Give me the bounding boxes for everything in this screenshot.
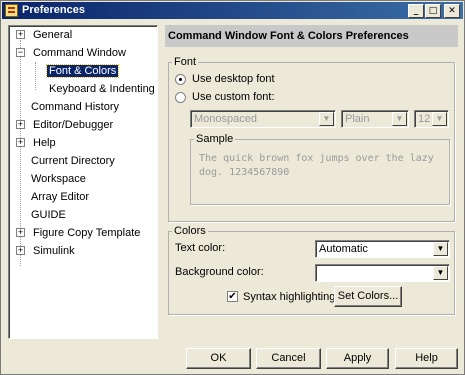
sample-group: Sample The quick brown fox jumps over th… [190,133,450,205]
font-name-value: Monospaced [194,113,257,125]
radio-checked-icon[interactable] [175,73,186,85]
sample-group-title: Sample [194,133,236,145]
expand-plus-icon[interactable]: + [16,120,25,129]
help-button[interactable]: Help [395,348,458,369]
window-title: Preferences [22,4,85,16]
text-color-select[interactable]: Automatic ▼ [315,240,450,258]
tree-item-label: GUIDE [31,209,66,221]
tree-item-label: Current Directory [31,155,115,167]
radio-unchecked-icon[interactable] [175,91,186,103]
font-name-select[interactable]: Monospaced ▼ [190,110,336,128]
use-desktop-font-radio[interactable]: Use desktop font [175,73,275,85]
tree-item-label: Keyboard & Indenting [49,83,155,95]
tree-item-label: Command History [31,101,120,113]
chevron-down-icon[interactable]: ▼ [392,112,407,126]
tree-item-label: Editor/Debugger [33,119,114,131]
chevron-down-icon[interactable]: ▼ [319,112,334,126]
expand-plus-icon[interactable]: + [16,30,25,39]
preferences-tree[interactable]: + General − Command Window Font & Colors… [8,25,158,339]
colors-group-title: Colors [172,225,208,237]
maximize-button[interactable]: □ [425,4,441,18]
apply-button[interactable]: Apply [326,348,389,369]
font-group-title: Font [172,56,199,68]
tree-item-label: Simulink [33,245,75,257]
ok-button[interactable]: OK [186,348,251,369]
tree-item-guide[interactable]: GUIDE [29,207,68,223]
tree-item-label: Help [33,137,56,149]
tree-item-label: Font & Colors [45,64,120,78]
expand-plus-icon[interactable]: + [16,246,25,255]
tree-item-label: Workspace [31,173,86,185]
use-desktop-font-label: Use desktop font [192,73,275,85]
close-button[interactable]: ✕ [444,4,460,18]
tree-item-workspace[interactable]: Workspace [29,171,88,187]
tree-item-label: Array Editor [31,191,90,203]
expand-plus-icon[interactable]: + [16,228,25,237]
syntax-highlighting-checkbox[interactable]: ✔ [227,291,238,302]
tree-connector [35,62,36,90]
preferences-panel: Command Window Font & Colors Preferences… [165,25,458,339]
text-color-label: Text color: [175,242,226,254]
chevron-down-icon[interactable]: ▼ [433,266,448,280]
tree-item-label: Figure Copy Template [33,227,141,239]
chevron-down-icon[interactable]: ▼ [432,112,447,126]
tree-item-label: Command Window [33,47,126,59]
tree-item-array-editor[interactable]: Array Editor [29,189,91,205]
collapse-minus-icon[interactable]: − [16,48,25,57]
sample-text: The quick brown fox jumps over the lazy … [199,153,434,178]
use-custom-font-radio[interactable]: Use custom font: [175,91,275,103]
maximize-icon: □ [428,6,438,16]
background-color-label: Background color: [175,266,264,278]
tree-item-font-colors[interactable]: Font & Colors [45,63,120,79]
font-size-value: 12 [418,113,431,125]
chevron-down-icon[interactable]: ▼ [433,242,448,256]
background-color-select[interactable]: ▼ [315,264,450,282]
use-custom-font-label: Use custom font: [192,91,275,103]
font-size-select[interactable]: 12 ▼ [414,110,449,128]
colors-group: Colors Text color: Automatic ▼ Backgroun… [168,225,455,315]
tree-item-keyboard-indenting[interactable]: Keyboard & Indenting [47,81,157,97]
font-style-value: Plain [345,113,370,125]
cancel-button[interactable]: Cancel [256,348,321,369]
minimize-button[interactable]: _ [408,4,424,18]
tree-item-label: General [33,29,73,41]
text-color-value: Automatic [319,243,368,255]
minimize-icon: _ [413,6,419,16]
set-colors-button[interactable]: Set Colors... [334,286,402,307]
syntax-highlighting-label: Syntax highlighting [243,291,336,303]
close-icon: ✕ [448,6,456,16]
tree-item-command-history[interactable]: Command History [29,99,121,115]
font-group: Font Use desktop font Use custom font: M… [168,56,455,222]
app-icon [5,4,18,17]
font-style-select[interactable]: Plain ▼ [341,110,409,128]
expand-plus-icon[interactable]: + [16,138,25,147]
title-bar[interactable]: Preferences _ □ ✕ [2,2,463,19]
panel-title: Command Window Font & Colors Preferences [165,25,458,47]
preferences-window: Preferences _ □ ✕ + General − Command Wi… [0,0,465,375]
tree-item-current-directory[interactable]: Current Directory [29,153,117,169]
